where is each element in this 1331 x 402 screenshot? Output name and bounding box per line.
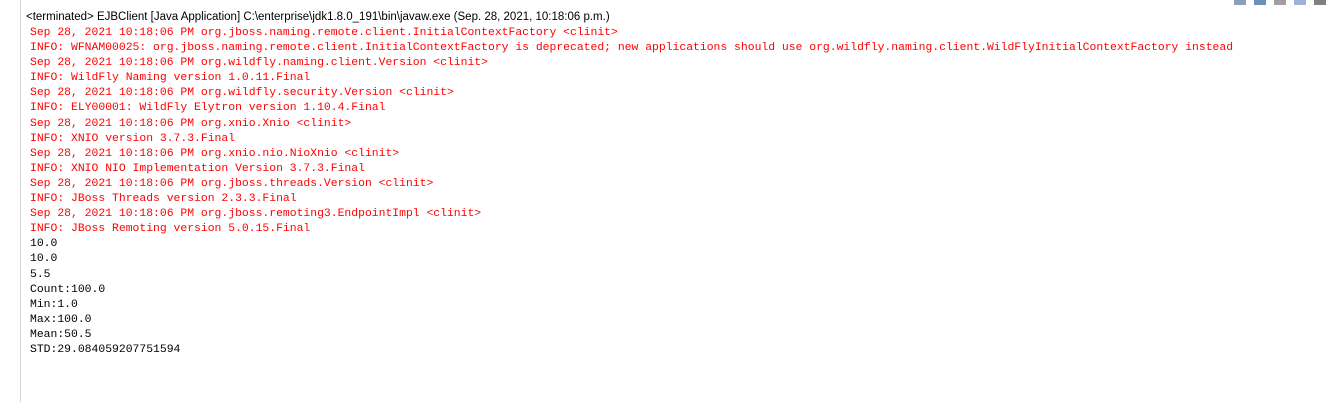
toolbar-icon[interactable] (1253, 0, 1267, 6)
toolbar-icon[interactable] (1293, 0, 1307, 6)
console-line: STD:29.084059207751594 (30, 343, 181, 356)
console-line: Sep 28, 2021 10:18:06 PM org.xnio.Xnio <… (30, 117, 352, 130)
console-line: Sep 28, 2021 10:18:06 PM org.jboss.namin… (30, 27, 618, 39)
console-line: Mean:50.5 (30, 328, 92, 341)
console-line: Count:100.0 (30, 283, 106, 296)
console-line: 10.0 (30, 238, 58, 251)
console-line: INFO: JBoss Threads version 2.3.3.Final (30, 193, 297, 206)
console-line: 5.5 (30, 268, 51, 281)
console-line: INFO: XNIO NIO Implementation Version 3.… (30, 162, 365, 175)
console-header: <terminated> EJBClient [Java Application… (26, 11, 610, 23)
left-gutter (0, 0, 21, 402)
console-view: <terminated> EJBClient [Java Application… (0, 0, 1331, 402)
toolbar-icon[interactable] (1233, 0, 1247, 6)
console-toolbar (1233, 0, 1331, 8)
console-line: INFO: WildFly Naming version 1.0.11.Fina… (30, 72, 311, 85)
toolbar-icon[interactable] (1273, 0, 1287, 6)
console-line: Min:1.0 (30, 298, 78, 311)
console-line: Sep 28, 2021 10:18:06 PM org.xnio.nio.Ni… (30, 147, 400, 160)
console-line: INFO: WFNAM00025: org.jboss.naming.remot… (30, 42, 1234, 55)
console-line: Sep 28, 2021 10:18:06 PM org.wildfly.nam… (30, 57, 488, 70)
console-line: INFO: XNIO version 3.7.3.Final (30, 132, 236, 145)
console-line: Max:100.0 (30, 313, 92, 326)
toolbar-icon[interactable] (1313, 0, 1327, 6)
console-line: Sep 28, 2021 10:18:06 PM org.jboss.remot… (30, 208, 482, 221)
console-line: INFO: ELY00001: WildFly Elytron version … (30, 102, 386, 115)
console-line: 10.0 (30, 253, 58, 266)
console-line: Sep 28, 2021 10:18:06 PM org.wildfly.sec… (30, 87, 454, 100)
console-line: INFO: JBoss Remoting version 5.0.15.Fina… (30, 223, 311, 236)
console-output[interactable]: Sep 28, 2021 10:18:06 PM org.jboss.namin… (30, 26, 1326, 358)
console-line: Sep 28, 2021 10:18:06 PM org.jboss.threa… (30, 177, 434, 190)
